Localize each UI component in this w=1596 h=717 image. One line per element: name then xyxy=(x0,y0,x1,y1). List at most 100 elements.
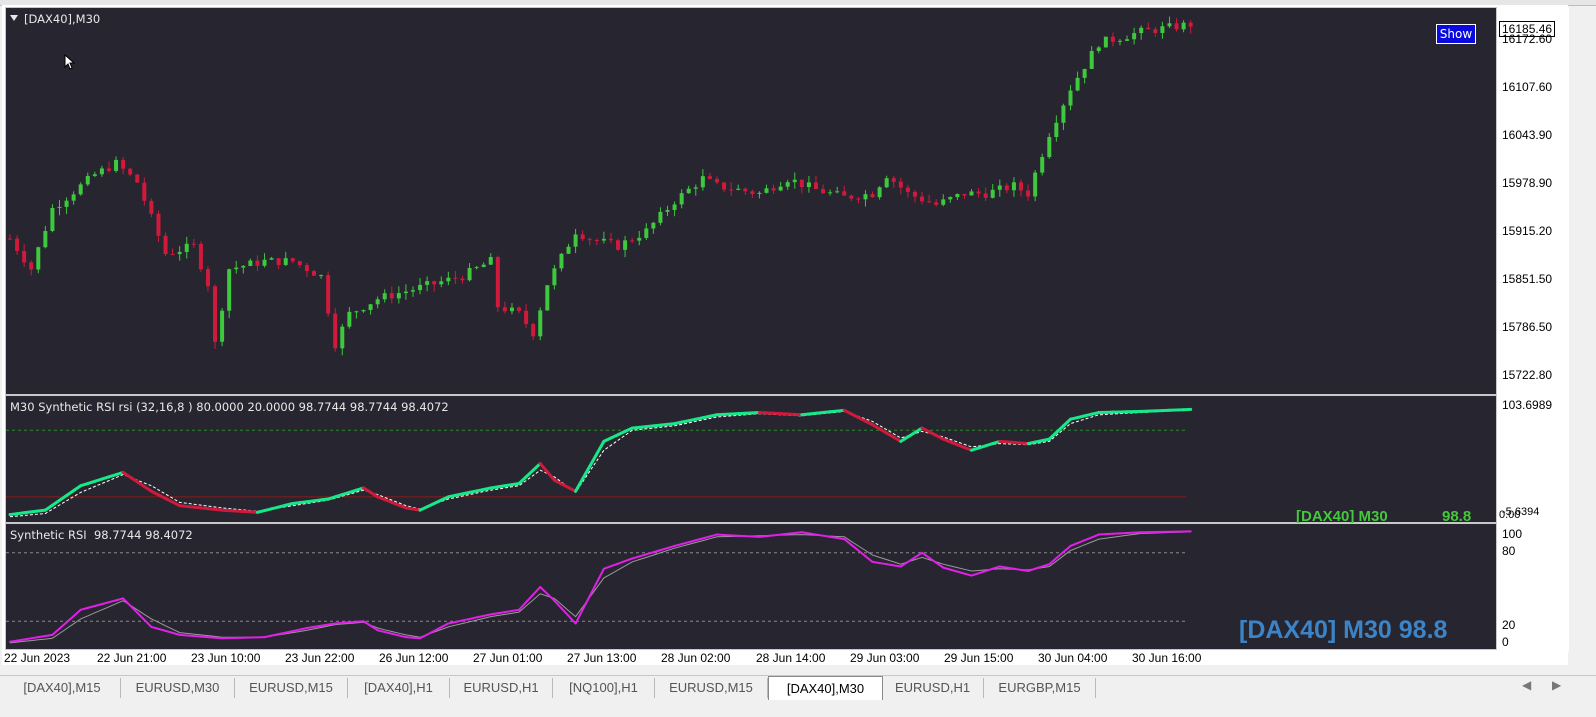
candle-body xyxy=(757,192,762,194)
candle-body xyxy=(509,307,514,312)
x-label: 30 Jun 04:00 xyxy=(1038,651,1108,665)
rsi-line-segment xyxy=(157,627,167,632)
candle-body xyxy=(764,188,769,193)
tab-scroll-left-icon[interactable]: ◀ xyxy=(1522,678,1531,692)
y-axis[interactable]: 16185.46 16172.60 16107.60 16043.90 1597… xyxy=(1499,7,1569,652)
tab-eurusd-m30[interactable]: EURUSD,M30 xyxy=(121,678,235,698)
candle-body xyxy=(806,182,811,188)
rsi-line-segment xyxy=(468,616,478,620)
rsi-line-segment xyxy=(701,535,711,540)
y-label: 15915.20 xyxy=(1502,224,1553,238)
tab-eurusd-m15-2[interactable]: EURUSD,M15 xyxy=(655,678,768,698)
candle-body xyxy=(467,268,472,281)
candle-body xyxy=(877,187,882,198)
candle-body xyxy=(488,257,493,265)
candle-body xyxy=(623,240,628,250)
y-label: 15851.50 xyxy=(1502,272,1553,286)
rsi-line-segment xyxy=(107,599,118,604)
candle-body xyxy=(912,191,917,197)
rsi-line-segment xyxy=(496,611,506,615)
candle-body xyxy=(248,260,253,266)
rsi-line-segment xyxy=(313,624,323,628)
rsi-line-segment xyxy=(383,631,393,635)
rsi-line-segment xyxy=(694,537,704,542)
tab-dax40-m30[interactable]: [DAX40],M30 xyxy=(768,676,883,701)
rsi-line-segment xyxy=(86,605,96,609)
candlestick-chart[interactable] xyxy=(6,8,1496,394)
candle-body xyxy=(43,230,48,248)
rsi-line-segment xyxy=(857,549,867,558)
candle-body xyxy=(835,191,840,193)
rsi-line-segment xyxy=(1069,542,1079,547)
candle-body xyxy=(976,191,981,194)
candle-body xyxy=(241,265,246,268)
rsi-line-segment xyxy=(171,631,181,636)
rsi-line-segment xyxy=(461,617,471,622)
candle-body xyxy=(389,293,394,299)
rsi-line-segment xyxy=(609,562,620,568)
rsi1-y-top: 103.6989 xyxy=(1502,398,1553,412)
candle-body xyxy=(135,174,140,183)
rsi-line-segment xyxy=(1041,563,1051,568)
candle-body xyxy=(580,234,585,240)
rsi-line-segment xyxy=(977,570,987,575)
rsi-line-segment xyxy=(447,620,457,625)
candle-body xyxy=(651,222,656,229)
y-label: 16107.60 xyxy=(1502,80,1553,94)
rsi-line-segment xyxy=(708,533,718,538)
rsi-line-segment xyxy=(822,534,832,538)
tab-eurgbp-m15[interactable]: EURGBP,M15 xyxy=(984,678,1096,698)
candle-body xyxy=(106,168,111,171)
candle-body xyxy=(1160,26,1165,33)
tab-dax40-h1[interactable]: [DAX40],H1 xyxy=(348,678,450,698)
rsi-line-segment xyxy=(921,551,931,559)
rsi-line-segment xyxy=(334,621,344,625)
rsi-line-segment xyxy=(843,538,853,546)
candle-body xyxy=(234,267,239,270)
rsi-line-segment xyxy=(765,534,775,538)
rsi-line-segment xyxy=(786,532,796,535)
tab-eurusd-h1-2[interactable]: EURUSD,H1 xyxy=(882,678,984,698)
tab-eurusd-h1[interactable]: EURUSD,H1 xyxy=(450,678,553,698)
candle-body xyxy=(707,176,712,179)
rsi-line-segment xyxy=(949,568,959,573)
candle-body xyxy=(262,259,267,266)
candle-body xyxy=(1082,68,1087,78)
rsi-line-segment xyxy=(1034,565,1044,570)
candle-body xyxy=(1061,105,1066,123)
synthetic-rsi-2-pane[interactable]: Synthetic RSI 98.7744 98.4072 [DAX40] M3… xyxy=(5,523,1497,650)
rsi1-chart[interactable] xyxy=(6,396,1496,522)
rsi-line-segment xyxy=(16,638,26,642)
tab-nq100-h1[interactable]: [NQ100],H1 xyxy=(553,678,655,698)
candle-body xyxy=(142,182,147,201)
rsi-line-segment xyxy=(1005,566,1015,570)
candle-body xyxy=(722,182,727,190)
candle-body xyxy=(608,238,613,241)
candle-body xyxy=(1167,23,1172,27)
rsi-line-segment xyxy=(567,614,577,625)
candle-body xyxy=(842,191,847,196)
price-pane[interactable]: [DAX40],M30 Show xyxy=(5,7,1497,395)
candle-body xyxy=(474,267,479,269)
rsi-line-segment xyxy=(532,586,542,596)
candle-body xyxy=(368,304,373,311)
x-label: 30 Jun 16:00 xyxy=(1132,651,1202,665)
candle-body xyxy=(672,204,677,211)
rsi-line-segment xyxy=(58,621,68,630)
candle-body xyxy=(319,275,324,277)
candle-body xyxy=(227,269,232,311)
candle-body xyxy=(1096,47,1101,52)
candle-body xyxy=(312,271,317,276)
synthetic-rsi-pane[interactable]: M30 Synthetic RSI rsi (32,16,8 ) 80.0000… xyxy=(5,395,1497,525)
candle-body xyxy=(15,238,20,251)
rsi-line-segment xyxy=(758,535,768,538)
rsi-line-segment xyxy=(348,620,358,624)
candle-body xyxy=(347,311,352,327)
tab-dax40-m15[interactable]: [DAX40],M15 xyxy=(4,678,121,698)
candle-body xyxy=(785,182,790,187)
tab-scroll-right-icon[interactable]: ▶ xyxy=(1552,678,1561,692)
rsi-line-segment xyxy=(602,565,612,570)
tab-eurusd-m15[interactable]: EURUSD,M15 xyxy=(235,678,348,698)
rsi-line-segment xyxy=(970,572,980,577)
candle-body xyxy=(927,201,932,203)
